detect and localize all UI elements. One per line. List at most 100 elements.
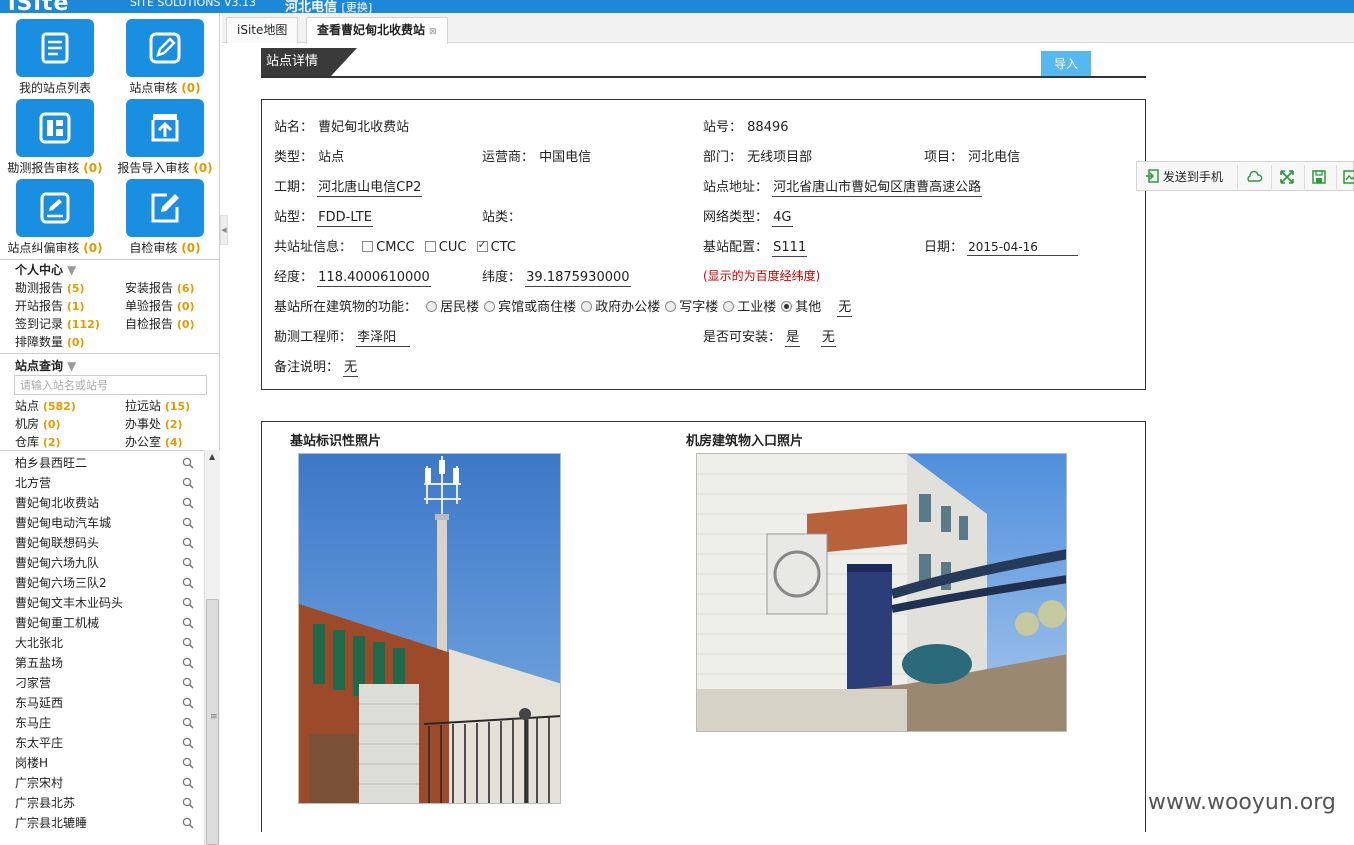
field-site-class: 站类： <box>482 206 521 225</box>
query-rooms[interactable]: 机房 (0) <box>15 415 61 432</box>
stat-label: 单验报告 <box>125 299 174 313</box>
site-list-item[interactable]: 柏乡县西旺二 <box>0 453 204 473</box>
collapse-arrow-icon: ▼ <box>67 263 77 277</box>
search-icon[interactable] <box>182 677 194 689</box>
function-radio-label: 工业楼 <box>737 300 777 315</box>
search-icon[interactable] <box>182 517 194 529</box>
tile-site-review[interactable]: 站点审核 (0) <box>110 19 220 96</box>
query-sites[interactable]: 站点 (582) <box>15 397 76 414</box>
stat-count: (6) <box>176 282 195 295</box>
query-workrooms[interactable]: 办公室 (4) <box>125 433 183 450</box>
search-icon[interactable] <box>182 717 194 729</box>
search-icon[interactable] <box>182 617 194 629</box>
fullscreen-icon[interactable] <box>1278 168 1296 186</box>
function-radio[interactable] <box>426 301 438 312</box>
ctc-checkbox[interactable] <box>476 238 488 252</box>
site-list-item[interactable]: 东马延西 <box>0 693 204 713</box>
cloud-icon[interactable] <box>1245 168 1263 186</box>
import-button[interactable]: 导入 <box>1041 51 1091 76</box>
tab-close-icon[interactable]: ⊠ <box>429 27 437 37</box>
search-icon[interactable] <box>182 637 194 649</box>
function-radio[interactable] <box>581 301 593 312</box>
site-list-item[interactable]: 广宗宋村 <box>0 773 204 793</box>
scrollbar-thumb[interactable]: ≡ <box>206 599 219 845</box>
site-list-item[interactable]: 曹妃甸文丰木业码头 <box>0 593 204 613</box>
stat-troubleshoot-count[interactable]: 排障数量 (0) <box>15 333 85 350</box>
function-radio-label: 居民楼 <box>440 300 480 315</box>
function-radio[interactable] <box>723 301 735 312</box>
site-list-item[interactable]: 刁家营 <box>0 673 204 693</box>
tab-isite-map[interactable]: iSite地图 <box>226 17 299 43</box>
scroll-up-arrow-icon[interactable]: ▲ <box>209 452 215 461</box>
search-icon[interactable] <box>182 577 194 589</box>
tile-survey-review[interactable]: 勘测报告审核 (0) <box>0 99 110 176</box>
query-offices[interactable]: 办事处 (2) <box>125 415 183 432</box>
site-list-item[interactable]: 曹妃甸重工机械 <box>0 613 204 633</box>
site-list-item[interactable]: 广宗县北苏 <box>0 793 204 813</box>
search-icon[interactable] <box>182 797 194 809</box>
org-switch-link[interactable]: [更换] <box>342 1 373 13</box>
site-list-item[interactable]: 岗楼H <box>0 753 204 773</box>
tile-my-sites[interactable]: 我的站点列表 <box>0 19 110 96</box>
site-query-title[interactable]: 站点查询 ▼ <box>15 357 76 374</box>
search-icon[interactable] <box>182 477 194 489</box>
query-remote-sites[interactable]: 拉远站 (15) <box>125 397 190 414</box>
search-icon[interactable] <box>182 757 194 769</box>
stat-checkin-records[interactable]: 签到记录 (112) <box>15 315 100 332</box>
field-value: 是 <box>785 330 801 347</box>
site-list-item[interactable]: 广宗县北辘睡 <box>0 813 204 833</box>
search-icon[interactable] <box>182 597 194 609</box>
function-radio-label: 其他 <box>795 300 822 315</box>
site-list-item[interactable]: 大北张北 <box>0 633 204 653</box>
send-to-phone-button[interactable]: 发送到手机 <box>1145 168 1223 185</box>
site-list-item[interactable]: 曹妃甸六场三队2 <box>0 573 204 593</box>
search-icon[interactable] <box>182 657 194 669</box>
site-list-item[interactable]: 东太平庄 <box>0 733 204 753</box>
search-icon[interactable] <box>182 457 194 469</box>
stat-acceptance-report[interactable]: 单验报告 (0) <box>125 297 195 314</box>
function-radio[interactable] <box>781 301 793 312</box>
site-list-item[interactable]: 曹妃甸联想码头 <box>0 533 204 553</box>
section-title-tab-corner <box>331 48 357 76</box>
sidebar-collapse-handle[interactable]: ◀ <box>220 215 228 245</box>
search-icon[interactable] <box>182 777 194 789</box>
stat-self-check-report[interactable]: 自检报告 (0) <box>125 315 195 332</box>
query-warehouses[interactable]: 仓库 (2) <box>15 433 61 450</box>
function-radio[interactable] <box>665 301 677 312</box>
tile-correction-review[interactable]: 站点纠偏审核 (0) <box>0 179 110 256</box>
cuc-checkbox[interactable] <box>424 241 436 252</box>
tile-import-review[interactable]: 报告导入审核 (0) <box>110 99 220 176</box>
search-icon[interactable] <box>182 737 194 749</box>
stat-survey-report[interactable]: 勘测报告 (5) <box>15 279 85 296</box>
export-image-icon[interactable] <box>1341 168 1354 186</box>
site-list-item-label: 大北张北 <box>15 636 64 650</box>
search-icon[interactable] <box>182 497 194 509</box>
tower-photo-image <box>299 454 560 803</box>
stat-label: 开站报告 <box>15 299 64 313</box>
field-phase: 工期： 河北唐山电信CP2 <box>274 176 423 197</box>
search-icon[interactable] <box>182 697 194 709</box>
room-entrance-photo[interactable] <box>696 453 1067 732</box>
function-radio[interactable] <box>484 301 496 312</box>
tile-label: 自检审核 <box>129 241 178 255</box>
stat-install-report[interactable]: 安装报告 (6) <box>125 279 195 296</box>
site-list-item[interactable]: 曹妃甸北收费站 <box>0 493 204 513</box>
cmcc-checkbox[interactable] <box>362 241 374 252</box>
tile-self-check-review[interactable]: 自检审核 (0) <box>110 179 220 256</box>
tab-site-view[interactable]: 查看曹妃甸北收费站 ⊠ <box>306 17 448 44</box>
save-icon[interactable] <box>1310 168 1328 186</box>
site-list-item[interactable]: 北方营 <box>0 473 204 493</box>
search-icon[interactable] <box>182 817 194 829</box>
site-search-input[interactable] <box>14 375 207 395</box>
site-list-item[interactable]: 第五盐场 <box>0 653 204 673</box>
site-list-scrollbar[interactable]: ▲ ≡ <box>204 450 220 845</box>
site-list-item[interactable]: 东马庄 <box>0 713 204 733</box>
personal-center-title[interactable]: 个人中心 ▼ <box>15 261 76 278</box>
site-list-item[interactable]: 曹妃甸电动汽车城 <box>0 513 204 533</box>
section-title: 站点详情 <box>261 48 331 76</box>
stat-open-report[interactable]: 开站报告 (1) <box>15 297 85 314</box>
search-icon[interactable] <box>182 557 194 569</box>
search-icon[interactable] <box>182 537 194 549</box>
site-list-item[interactable]: 曹妃甸六场九队 <box>0 553 204 573</box>
site-tower-photo[interactable] <box>298 453 561 804</box>
